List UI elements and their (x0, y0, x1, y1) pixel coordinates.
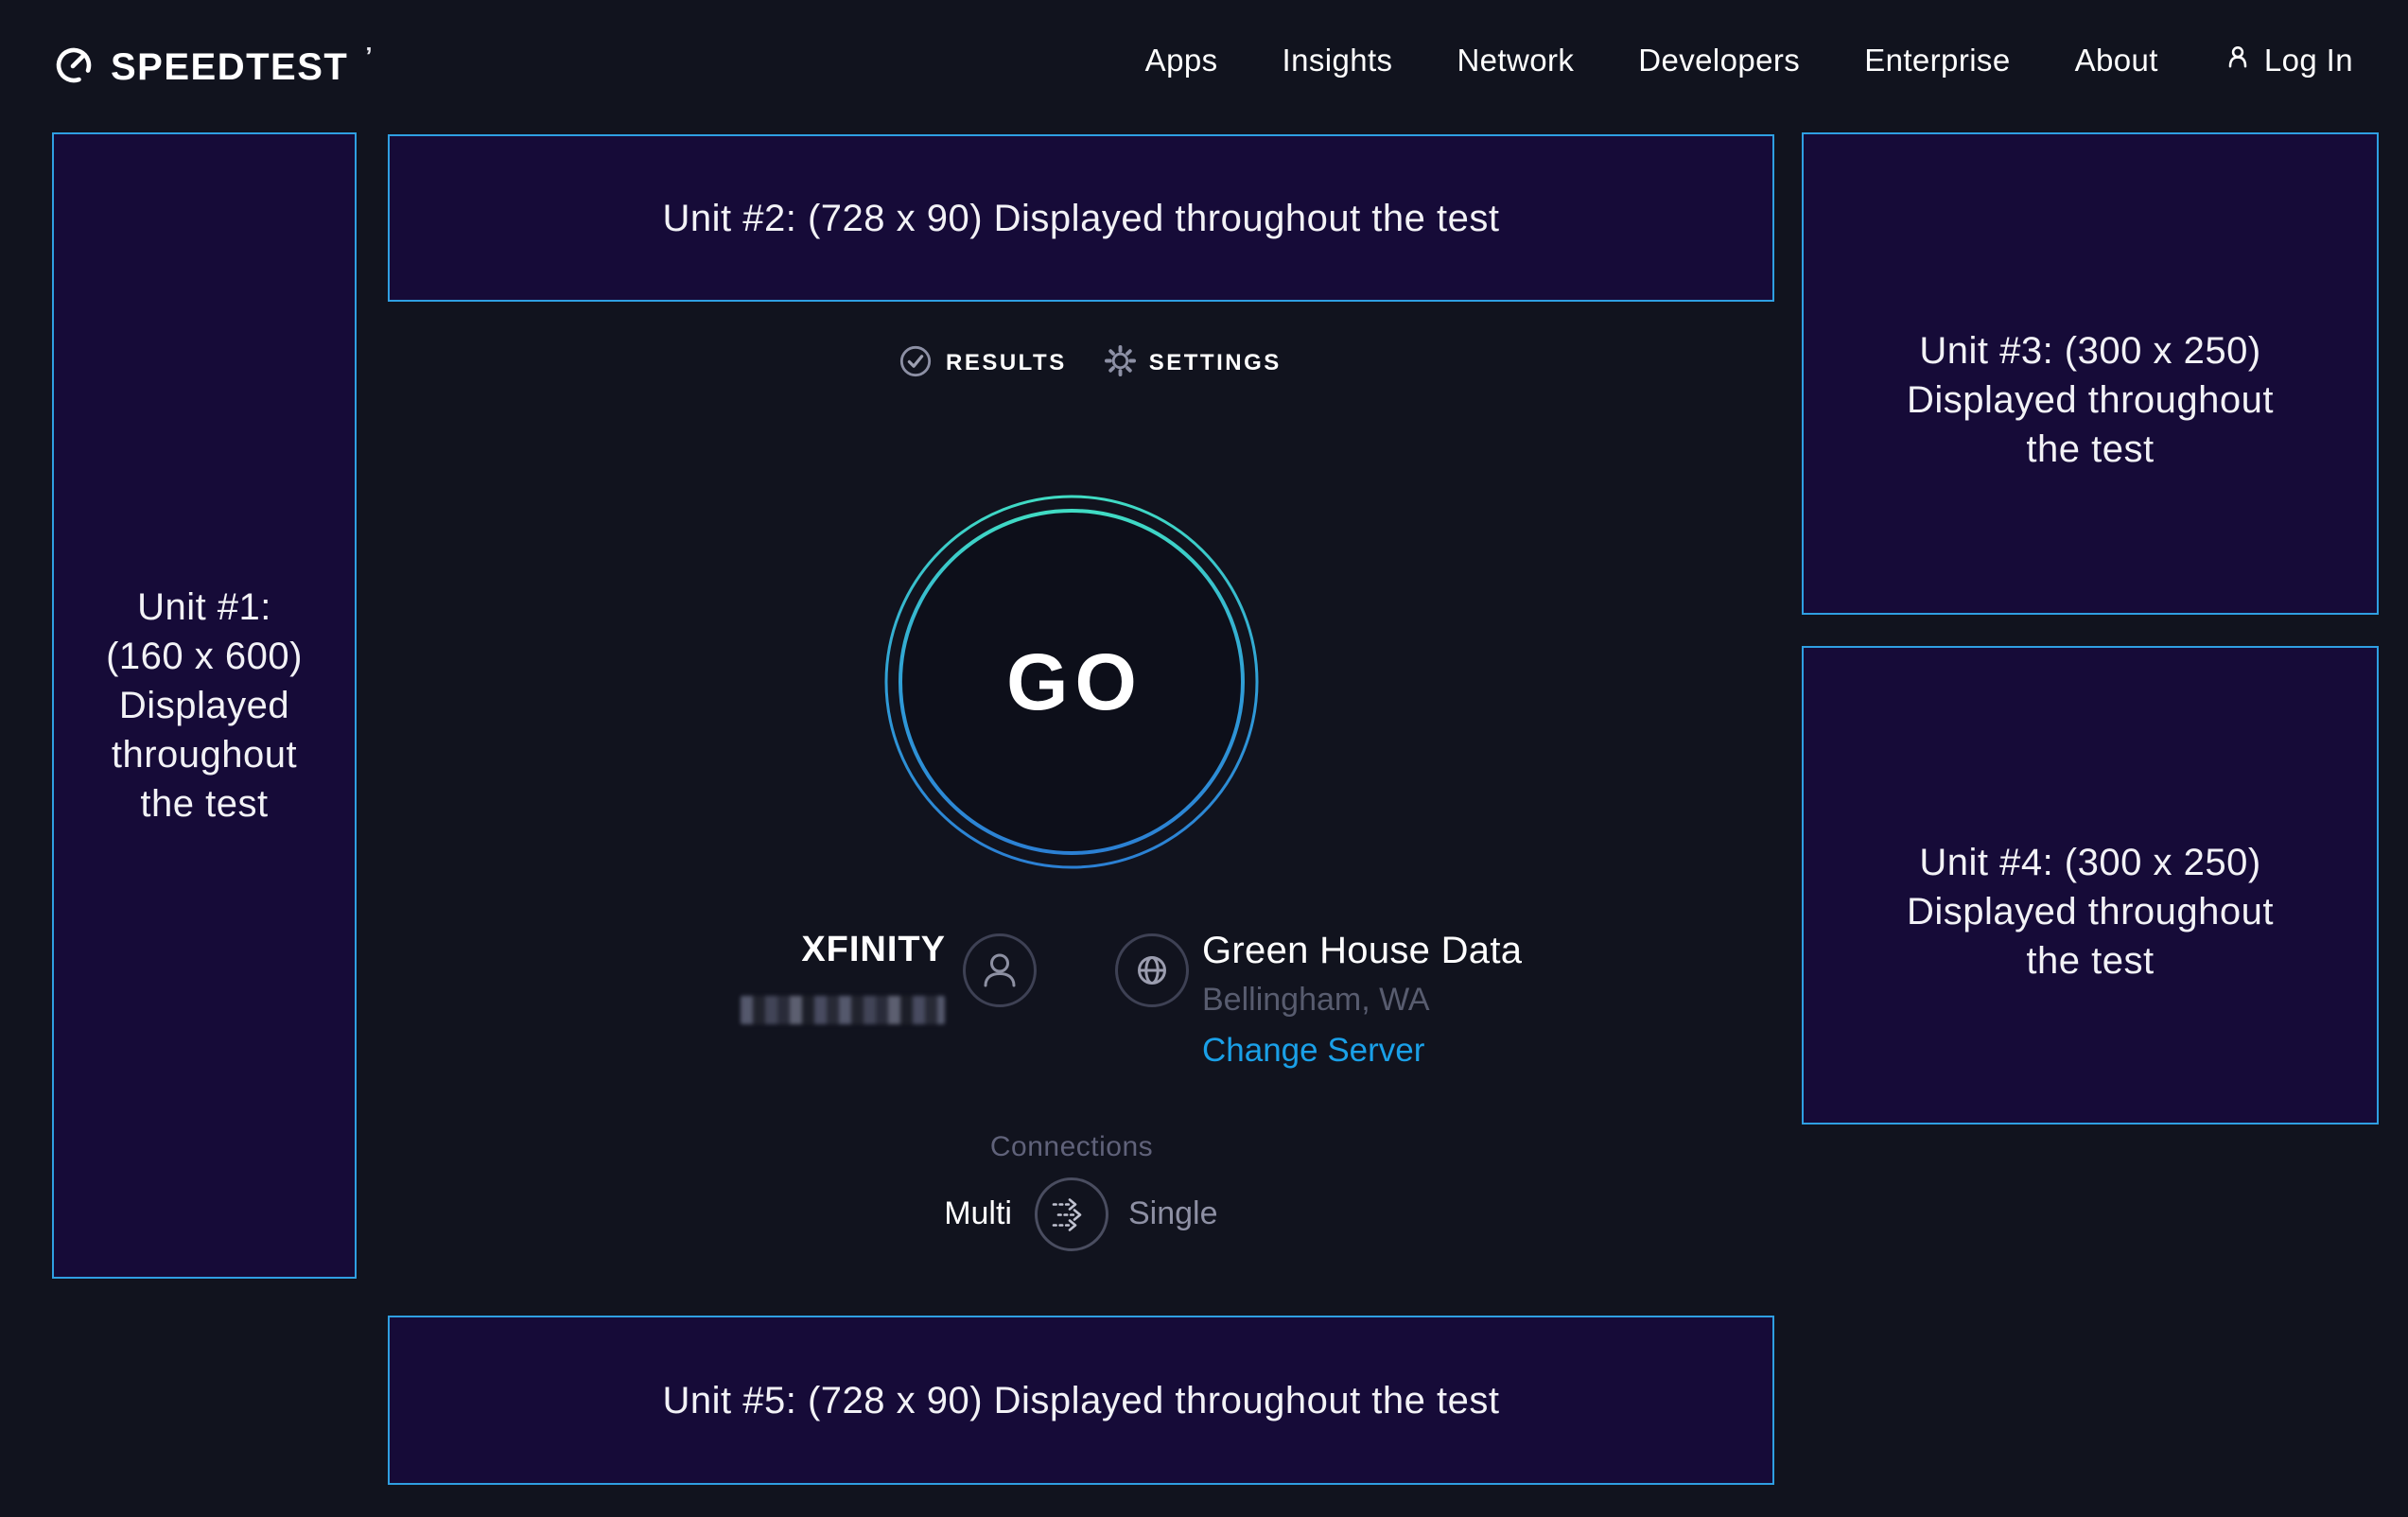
ad-unit-2: Unit #2: (728 x 90) Displayed throughout… (388, 134, 1774, 302)
speedtest-logo[interactable]: SPEEDTEST ’ (52, 44, 371, 92)
connections-multi-option[interactable]: Multi (813, 1195, 1012, 1232)
tab-settings[interactable]: SETTINGS (1105, 345, 1282, 381)
change-server-link[interactable]: Change Server (1202, 1032, 1522, 1070)
ad-unit-2-text: Unit #2: (728 x 90) Displayed throughout… (662, 194, 1499, 243)
tab-settings-label: SETTINGS (1149, 350, 1282, 376)
tab-results[interactable]: RESULTS (899, 344, 1067, 383)
server-info: Green House Data Bellingham, WA Change S… (1202, 930, 1522, 1070)
connections-label: Connections (930, 1131, 1213, 1163)
trademark-tick: ’ (365, 42, 372, 71)
speedometer-icon (52, 44, 96, 92)
nav-item-network[interactable]: Network (1457, 43, 1574, 78)
isp-user-badge (962, 933, 1038, 1008)
user-icon (2223, 42, 2253, 79)
ad-unit-1-text: Unit #1: (160 x 600) Displayed throughou… (106, 583, 303, 828)
speedtest-page: SPEEDTEST ’ Apps Insights Network Develo… (0, 0, 2408, 1517)
nav-item-about[interactable]: About (2075, 43, 2158, 78)
go-label: GO (873, 483, 1270, 881)
ad-unit-3: Unit #3: (300 x 250) Displayed throughou… (1802, 132, 2379, 615)
globe-icon (1114, 933, 1190, 1008)
nav-item-enterprise[interactable]: Enterprise (1864, 43, 2010, 78)
isp-name: XFINITY (567, 930, 946, 970)
check-circle-icon (899, 344, 933, 383)
connections-single-option[interactable]: Single (1128, 1195, 1218, 1232)
main-nav: Apps Insights Network Developers Enterpr… (1145, 42, 2353, 79)
multi-arrows-icon (1034, 1177, 1109, 1252)
tab-results-label: RESULTS (946, 350, 1067, 376)
ad-unit-1: Unit #1: (160 x 600) Displayed throughou… (52, 132, 357, 1279)
nav-item-apps[interactable]: Apps (1145, 43, 1218, 78)
ad-unit-5: Unit #5: (728 x 90) Displayed throughout… (388, 1316, 1774, 1485)
go-button[interactable]: GO (873, 483, 1270, 881)
logo-text: SPEEDTEST (111, 46, 348, 89)
nav-item-insights[interactable]: Insights (1283, 43, 1393, 78)
server-globe-badge (1114, 933, 1190, 1008)
login-button[interactable]: Log In (2223, 42, 2353, 79)
gear-icon (1105, 345, 1136, 381)
connections-toggle[interactable] (1034, 1177, 1109, 1252)
ad-unit-4-text: Unit #4: (300 x 250) Displayed throughou… (1907, 786, 2274, 985)
ad-unit-5-text: Unit #5: (728 x 90) Displayed throughout… (662, 1376, 1499, 1425)
ad-unit-4: Unit #4: (300 x 250) Displayed throughou… (1802, 646, 2379, 1125)
login-label: Log In (2264, 43, 2353, 78)
ad-unit-3-text: Unit #3: (300 x 250) Displayed throughou… (1907, 274, 2274, 474)
server-location: Bellingham, WA (1202, 982, 1522, 1019)
redacted-ip (741, 996, 945, 1024)
person-icon (992, 955, 1008, 971)
server-name: Green House Data (1202, 930, 1522, 972)
view-tabs: RESULTS SETTING (899, 344, 1282, 382)
nav-item-developers[interactable]: Developers (1638, 43, 1800, 78)
